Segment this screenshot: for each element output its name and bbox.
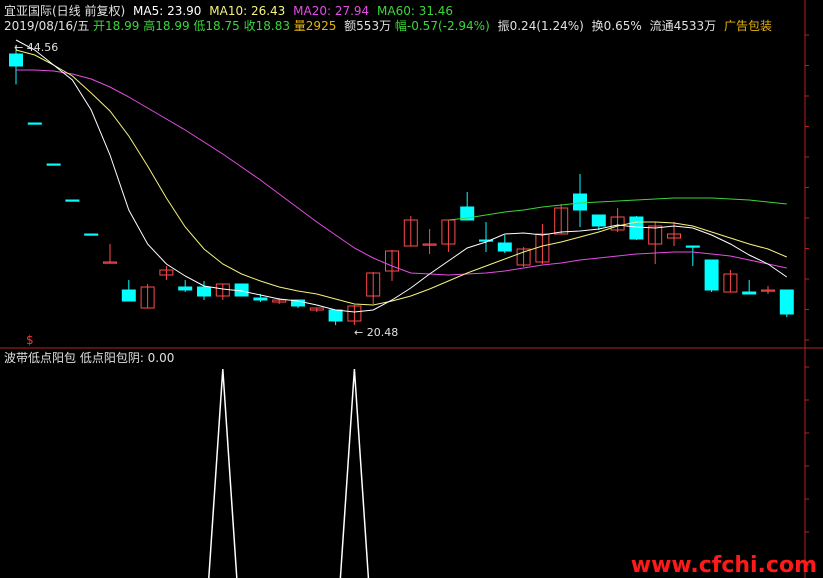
- candle: [103, 244, 117, 264]
- candle-body-down: [779, 289, 794, 315]
- main-candlestick-chart[interactable]: [0, 0, 823, 349]
- ma5-value: MA5: 23.90: [133, 4, 202, 18]
- high-price-marker: ← 44.56: [14, 41, 59, 54]
- quote-amount: 额553万: [344, 19, 392, 33]
- candle-body-down: [497, 242, 512, 252]
- candle: [46, 163, 61, 166]
- candle: [497, 235, 512, 253]
- dollar-marker-icon: $: [26, 333, 34, 347]
- quote-float: 流通4533万: [649, 19, 717, 33]
- candle: [422, 229, 437, 254]
- candle-body-down: [573, 193, 587, 211]
- candle-body-down: [742, 291, 757, 295]
- quote-turnover: 换0.65%: [591, 19, 642, 33]
- high-price-label: 44.56: [26, 41, 59, 54]
- candle: [121, 280, 136, 302]
- candle: [723, 270, 738, 293]
- candle-body-down: [234, 283, 249, 297]
- candle: [685, 245, 700, 266]
- quote-high: 高18.99: [143, 19, 190, 33]
- low-price-marker: ← 20.48: [354, 326, 399, 339]
- candle-body-down: [121, 289, 136, 302]
- candle: [704, 259, 719, 292]
- candle-body-down: [46, 163, 61, 166]
- candle: [742, 280, 757, 295]
- candle-body-down: [197, 286, 211, 297]
- candle: [366, 272, 381, 304]
- candle: [328, 309, 343, 326]
- stock-title[interactable]: 宜亚国际(日线 前复权): [4, 4, 125, 18]
- quote-change: 幅-0.57(-2.94%): [394, 19, 490, 33]
- candle: [234, 283, 249, 297]
- low-price-label: 20.48: [366, 326, 399, 339]
- candle: [779, 289, 794, 317]
- candle: [554, 204, 569, 235]
- candle-body-down: [328, 309, 343, 322]
- quote-open: 开18.99: [93, 19, 140, 33]
- quote-volume: 量2925: [293, 19, 337, 33]
- candle-body-down: [685, 245, 700, 248]
- quote-info-row: 2019/08/16/五 开18.99 高18.99 低18.75 收18.83…: [4, 19, 772, 33]
- candle-body-down: [591, 214, 606, 227]
- candle: [140, 284, 155, 309]
- quote-industry[interactable]: 广告包装: [724, 19, 772, 33]
- ma20-value: MA20: 27.94: [293, 4, 370, 18]
- ma-info-row: 宜亚国际(日线 前复权) MA5: 23.90 MA10: 26.43 MA20…: [4, 4, 453, 18]
- candle: [629, 216, 644, 240]
- candle: [761, 286, 775, 294]
- ma10-value: MA10: 26.43: [209, 4, 286, 18]
- candle-body-down: [65, 199, 80, 202]
- candle: [65, 199, 80, 202]
- candle-body-down: [9, 53, 23, 67]
- candle: [460, 192, 475, 221]
- candle: [573, 174, 587, 227]
- candle-body-down: [253, 297, 268, 301]
- candle-body-down: [629, 216, 644, 240]
- candle-body-down: [704, 259, 719, 291]
- ma5-line: [15, 39, 788, 313]
- quote-date: 2019/08/16/五: [4, 19, 90, 33]
- candle: [516, 247, 531, 267]
- candle: [441, 219, 456, 252]
- ma10-line: [15, 49, 787, 306]
- candle: [159, 266, 174, 280]
- ma60-value: MA60: 31.46: [377, 4, 454, 18]
- candle: [309, 307, 324, 312]
- quote-amplitude: 振0.24(1.24%): [497, 19, 584, 33]
- candle: [178, 280, 193, 292]
- candle-body-down: [27, 122, 42, 125]
- candle: [610, 208, 625, 232]
- candle: [215, 283, 230, 300]
- candle: [84, 233, 99, 236]
- quote-low: 低18.75: [193, 19, 240, 33]
- quote-close: 收18.83: [243, 19, 290, 33]
- watermark: www.cfchi.com: [630, 553, 817, 578]
- candle-body-down: [84, 233, 99, 236]
- candle: [535, 224, 550, 264]
- indicator-spike: [339, 368, 370, 578]
- indicator-title: 波带低点阳包 低点阳包阴: 0.00: [4, 351, 175, 365]
- candle: [403, 216, 418, 247]
- indicator-chart[interactable]: [0, 349, 823, 578]
- indicator-spike: [208, 368, 238, 578]
- candle-body-down: [178, 286, 193, 291]
- ma20-line: [16, 69, 787, 276]
- candle: [479, 222, 493, 252]
- candle: [27, 122, 42, 125]
- candle: [347, 305, 362, 325]
